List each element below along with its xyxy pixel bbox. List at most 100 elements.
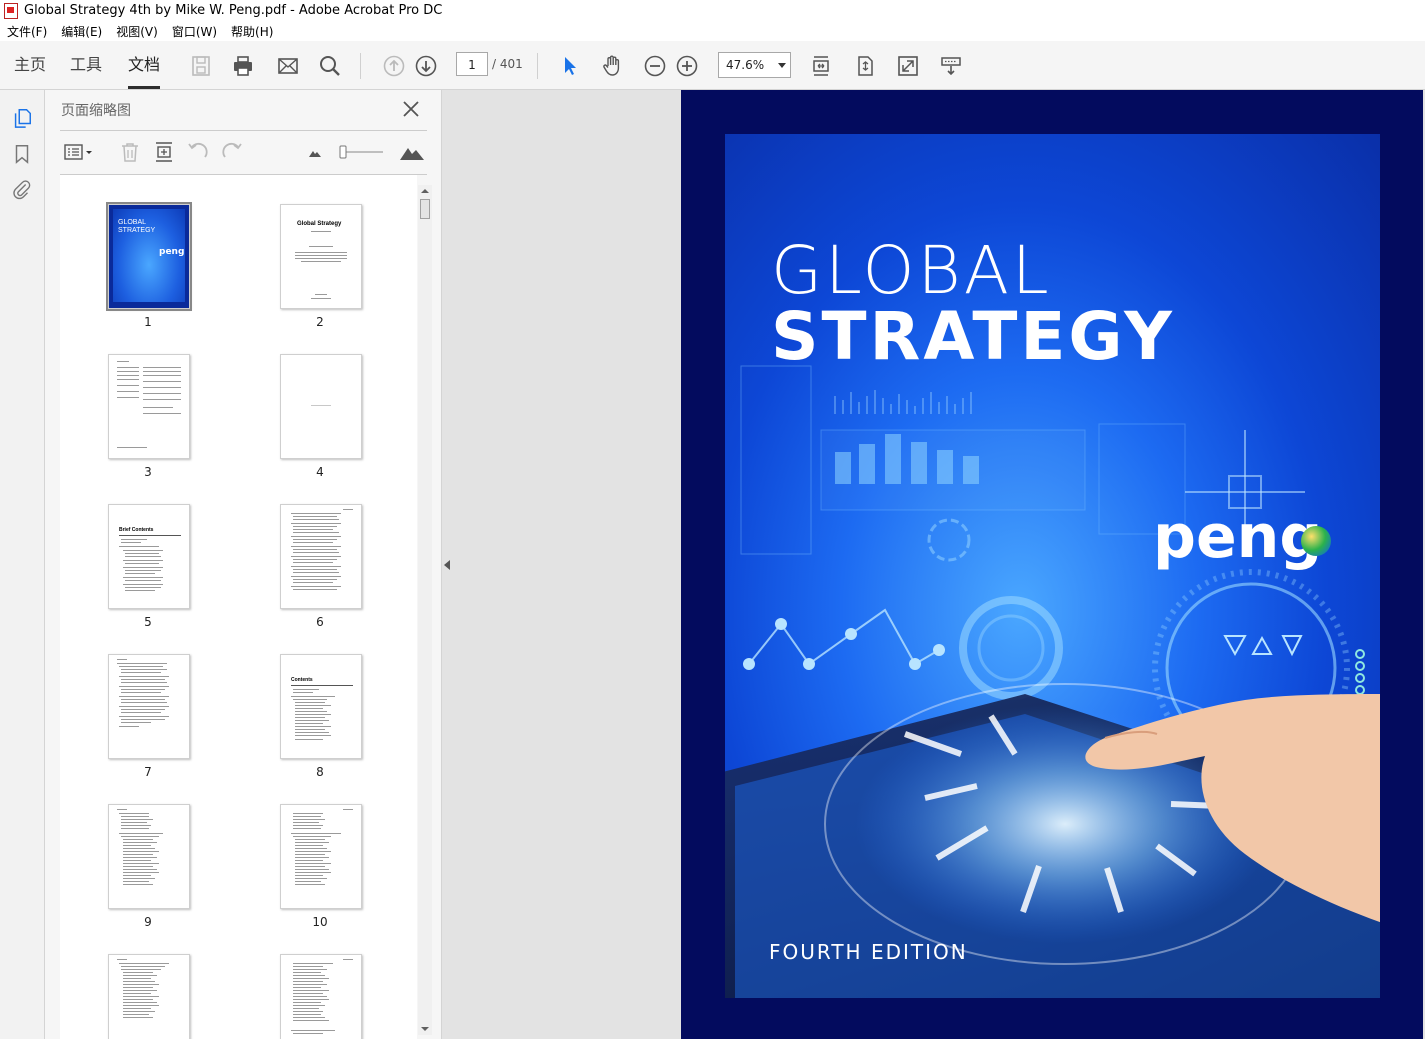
pdf-page[interactable]: GLOBAL STRATEGY peng FOURTH EDITION (681, 90, 1423, 1039)
text-line (293, 529, 333, 530)
text-line (119, 535, 181, 536)
divider (60, 130, 427, 131)
full-screen-icon[interactable] (895, 53, 921, 79)
text-line (293, 987, 321, 988)
menu-window[interactable]: 窗口(W) (165, 23, 224, 40)
text-line (117, 361, 129, 362)
previous-page-icon[interactable] (381, 53, 407, 79)
thumbnail-size-slider[interactable] (337, 140, 387, 164)
text-line (125, 590, 155, 591)
scroll-down-icon[interactable] (418, 1024, 432, 1034)
toolbar-separator (537, 53, 538, 79)
email-icon[interactable] (275, 53, 301, 79)
text-line (125, 587, 161, 588)
fit-page-icon[interactable] (852, 53, 878, 79)
scroll-mode-icon[interactable] (808, 53, 834, 79)
page-number-input[interactable]: 1 (456, 52, 488, 76)
save-icon[interactable] (188, 53, 214, 79)
insert-page-icon[interactable] (152, 140, 176, 164)
text-line (121, 819, 153, 820)
text-line (293, 1005, 325, 1006)
zoom-out-icon[interactable] (642, 53, 668, 79)
tab-home[interactable]: 主页 (14, 41, 46, 89)
text-line (311, 405, 331, 406)
text-line (293, 519, 339, 520)
page-thumbnail-5[interactable]: Brief Contents (108, 504, 190, 609)
page-thumbnail-7[interactable] (108, 654, 190, 759)
page-thumbnail-12[interactable] (280, 954, 362, 1039)
collapse-panel-icon[interactable] (444, 560, 450, 570)
close-icon[interactable] (402, 100, 420, 118)
text-line (123, 550, 163, 551)
select-tool-icon[interactable] (557, 53, 583, 79)
acrobat-icon (4, 2, 18, 19)
page-total: / 401 (492, 57, 523, 71)
page-thumbnails-icon[interactable] (10, 106, 34, 130)
text-line (293, 589, 337, 590)
text-line (295, 258, 347, 259)
print-icon[interactable] (230, 53, 256, 79)
tab-tools[interactable]: 工具 (70, 41, 102, 89)
text-line (293, 828, 321, 829)
delete-icon[interactable] (118, 140, 142, 164)
text-line (143, 371, 181, 372)
text-line (123, 1011, 155, 1012)
text-line (117, 375, 139, 376)
page-thumbnail-3[interactable] (108, 354, 190, 459)
text-line (143, 407, 173, 408)
zoom-select[interactable]: 47.6% (718, 52, 791, 78)
text-line (117, 391, 139, 392)
search-icon[interactable] (317, 53, 343, 79)
text-line (123, 848, 155, 849)
page-thumbnail-6[interactable] (280, 504, 362, 609)
text-line (295, 872, 331, 873)
text-line (293, 993, 323, 994)
text-line (123, 869, 157, 870)
page-thumbnail-11[interactable] (108, 954, 190, 1039)
thumbnail-title: Contents (291, 677, 313, 683)
text-line (123, 577, 163, 578)
scroll-up-icon[interactable] (418, 186, 432, 196)
text-line (121, 822, 147, 823)
menu-help[interactable]: 帮助(H) (224, 23, 280, 40)
thumbnail-smaller-icon[interactable] (303, 140, 327, 164)
text-line (117, 379, 139, 380)
read-mode-icon[interactable] (938, 53, 964, 79)
zoom-in-icon[interactable] (674, 53, 700, 79)
text-line (125, 553, 159, 554)
text-line (311, 231, 331, 232)
page-thumbnail-1[interactable]: GLOBAL STRATEGY peng (106, 202, 192, 311)
text-line (123, 875, 151, 876)
page-thumbnail-8[interactable]: Contents (280, 654, 362, 759)
page-number-label: 10 (312, 915, 328, 929)
thumbnail-scrollbar[interactable] (418, 185, 432, 1035)
text-line (143, 393, 181, 394)
bookmark-icon[interactable] (10, 142, 34, 166)
scrollbar-thumb[interactable] (420, 199, 430, 219)
rotate-right-icon[interactable] (220, 140, 244, 164)
text-line (143, 413, 181, 414)
tab-document[interactable]: 文档 (128, 41, 161, 89)
next-page-icon[interactable] (413, 53, 439, 79)
text-line (121, 969, 161, 970)
attachment-icon[interactable] (10, 178, 34, 202)
page-thumbnail-9[interactable] (108, 804, 190, 909)
page-thumbnail-2[interactable]: Global Strategy (280, 204, 362, 309)
text-line (293, 1002, 321, 1003)
text-line (117, 663, 167, 664)
text-line (121, 828, 149, 829)
menu-file[interactable]: 文件(F) (0, 23, 54, 40)
hand-tool-icon[interactable] (599, 53, 625, 79)
text-line (119, 813, 149, 814)
text-line (293, 516, 337, 517)
thumbnail-larger-icon[interactable] (397, 140, 427, 164)
text-line (295, 735, 331, 736)
options-menu-icon[interactable] (63, 140, 95, 164)
menu-view[interactable]: 视图(V) (109, 23, 165, 40)
page-thumbnail-4[interactable] (280, 354, 362, 459)
text-line (123, 567, 163, 568)
menu-edit[interactable]: 编辑(E) (54, 23, 109, 40)
rotate-left-icon[interactable] (186, 140, 210, 164)
page-number-label: 6 (316, 615, 324, 629)
page-thumbnail-10[interactable] (280, 804, 362, 909)
